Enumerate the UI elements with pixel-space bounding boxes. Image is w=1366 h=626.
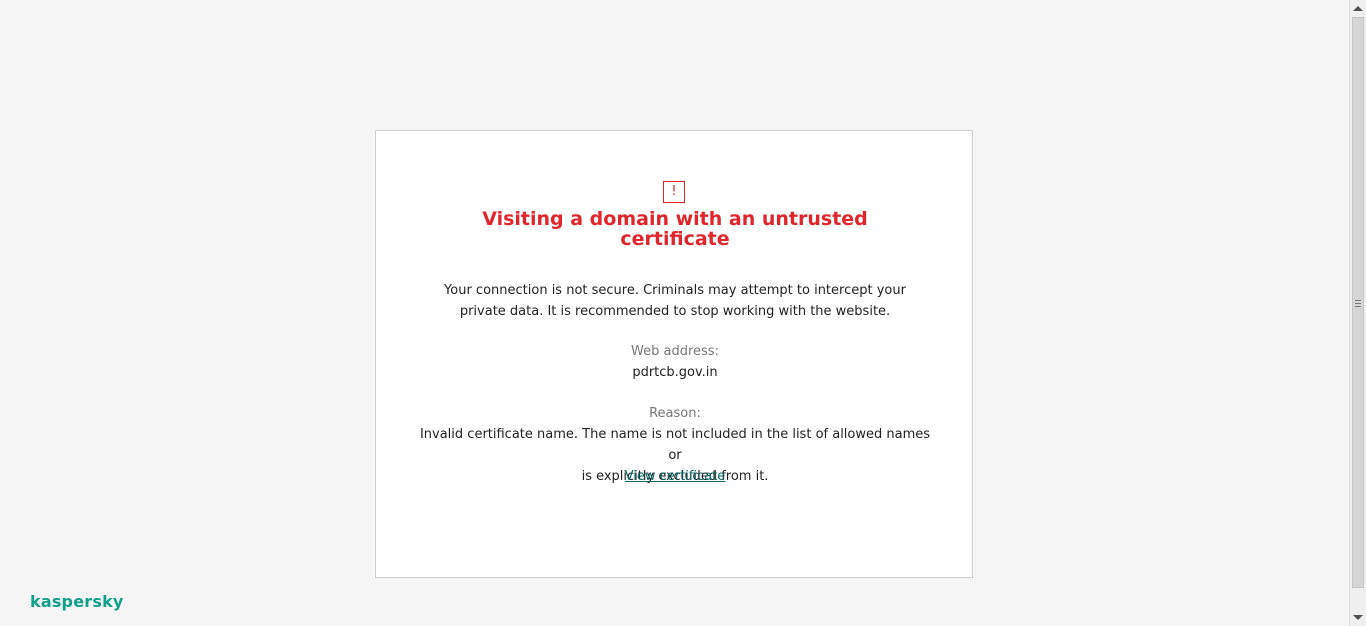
scroll-up-arrow-icon[interactable] <box>1353 6 1363 11</box>
page-title: Visiting a domain with an untrusted cert… <box>376 209 974 249</box>
web-address-value: pdrtcb.gov.in <box>632 365 718 380</box>
reason-label: Reason: <box>649 406 701 421</box>
scroll-down-arrow-icon[interactable] <box>1353 615 1363 620</box>
title-line-2: certificate <box>620 228 730 250</box>
reason-line-1: Invalid certificate name. The name is no… <box>419 427 931 463</box>
warning-card: ! Visiting a domain with an untrusted ce… <box>375 130 973 578</box>
page: ! Visiting a domain with an untrusted ce… <box>0 0 1366 626</box>
kaspersky-logo: kaspersky <box>30 592 124 611</box>
title-line-1: Visiting a domain with an untrusted <box>482 208 868 230</box>
exclamation-icon: ! <box>663 181 685 203</box>
vertical-scrollbar[interactable] <box>1349 0 1366 626</box>
scrollbar-thumb[interactable] <box>1352 17 1364 588</box>
grip-icon <box>1355 300 1361 307</box>
warning-description: Your connection is not secure. Criminals… <box>444 283 906 319</box>
web-address-label: Web address: <box>631 344 719 359</box>
view-certificate-link[interactable]: View certificate <box>376 466 974 487</box>
